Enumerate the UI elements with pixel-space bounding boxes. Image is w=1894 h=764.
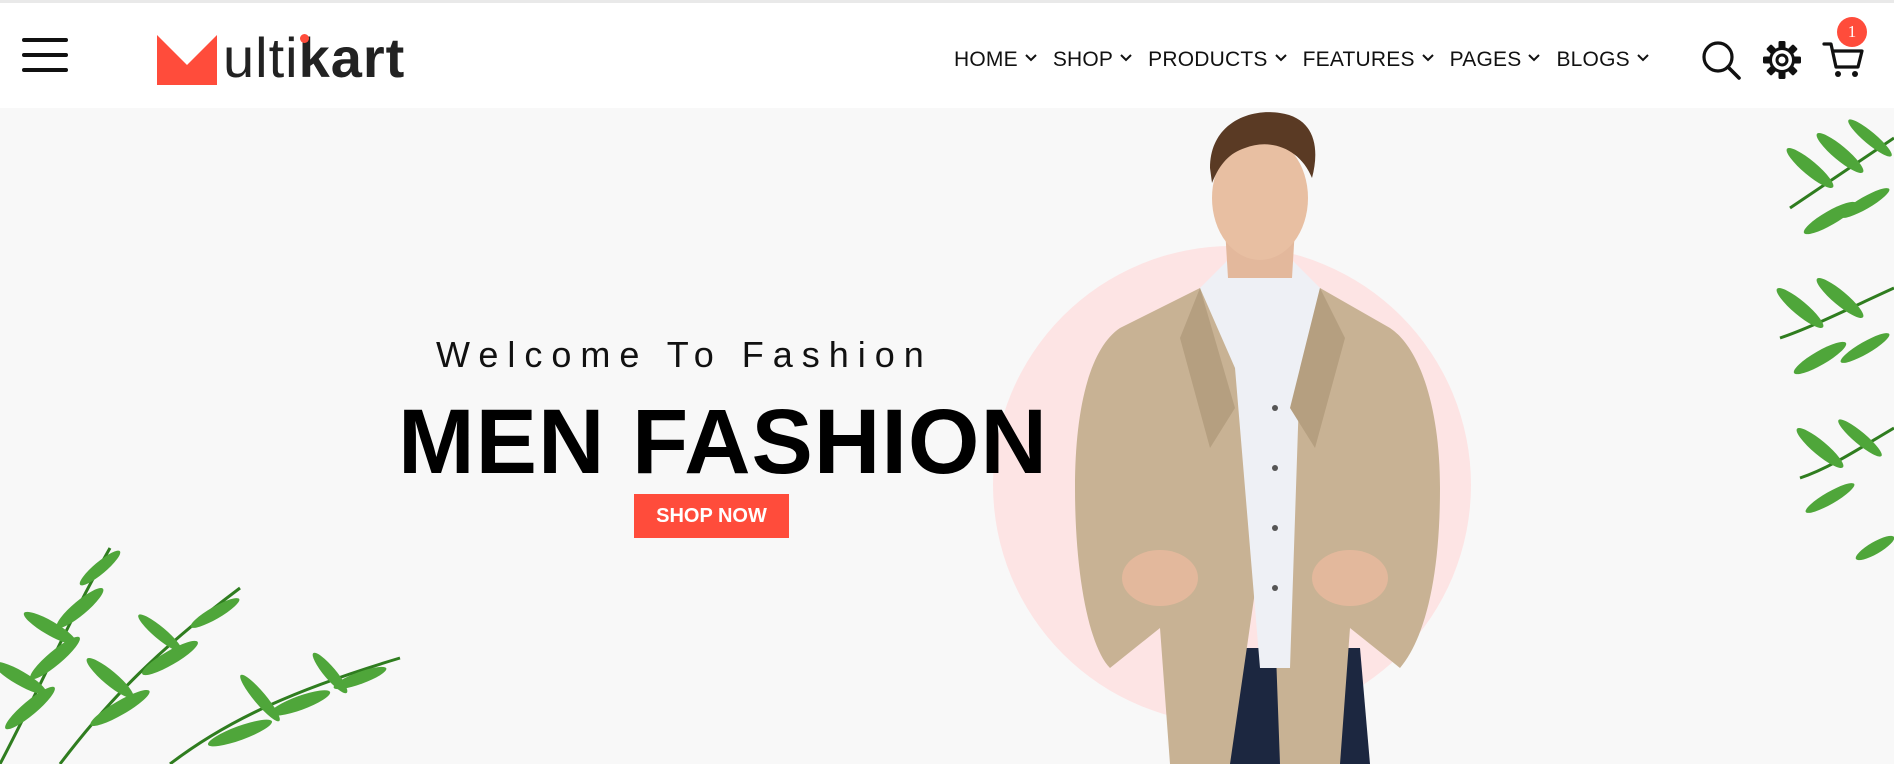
nav-item-products[interactable]: PRODUCTS <box>1148 45 1287 75</box>
brand-logo[interactable]: ultikart <box>157 27 437 89</box>
chevron-down-icon <box>1528 54 1541 62</box>
nav-item-home[interactable]: HOME <box>954 45 1037 75</box>
shop-now-button[interactable]: SHOP NOW <box>634 494 789 538</box>
nav-item-features[interactable]: FEATURES <box>1303 45 1434 75</box>
fern-leaves-decoration <box>0 547 401 764</box>
chevron-down-icon <box>1120 54 1132 62</box>
gear-icon[interactable] <box>1762 40 1802 80</box>
hamburger-menu-icon[interactable] <box>22 36 70 76</box>
chevron-down-icon <box>1421 54 1434 62</box>
hero-banner: Welcome To Fashion MEN FASHION SHOP NOW <box>0 108 1894 764</box>
main-nav: HOME SHOP PRODUCTS FEATURES PAGES BLOGS <box>954 45 1665 75</box>
cart-count-badge: 1 <box>1837 17 1867 47</box>
site-header: ultikart HOME SHOP PRODUCTS FEATURES PAG… <box>0 3 1894 108</box>
hero-title: MEN FASHION <box>398 391 1048 493</box>
nav-item-blogs[interactable]: BLOGS <box>1556 45 1649 75</box>
logo-text: ultikart <box>223 26 406 89</box>
logo-m-mark <box>157 35 217 85</box>
fern-leaves-decoration-right <box>1776 119 1894 561</box>
male-model-image <box>1075 112 1440 764</box>
nav-item-pages[interactable]: PAGES <box>1450 45 1541 75</box>
chevron-down-icon <box>1637 54 1649 62</box>
nav-item-shop[interactable]: SHOP <box>1053 45 1132 75</box>
search-icon[interactable] <box>1700 39 1742 81</box>
chevron-down-icon <box>1025 54 1037 62</box>
logo-dot <box>300 34 309 43</box>
hero-subtitle: Welcome To Fashion <box>436 334 933 375</box>
chevron-down-icon <box>1274 54 1287 62</box>
